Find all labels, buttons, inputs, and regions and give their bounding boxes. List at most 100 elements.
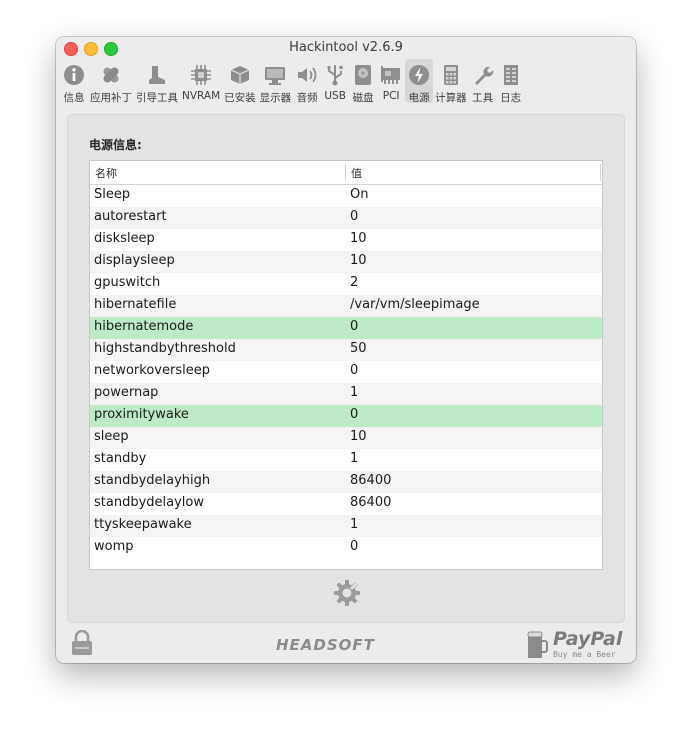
table-row[interactable]: Sleep On: [90, 185, 602, 207]
table-row[interactable]: standbydelayhigh 86400: [90, 471, 602, 493]
column-header-value[interactable]: 值: [351, 165, 362, 181]
row-name: proximitywake: [94, 407, 189, 422]
column-divider[interactable]: [345, 164, 346, 181]
disk-icon: [351, 63, 375, 87]
bandage-icon: [99, 63, 123, 87]
table-row[interactable]: autorestart 0: [90, 207, 602, 229]
table-row[interactable]: hibernatemode 0: [90, 317, 602, 339]
row-name: sleep: [94, 429, 129, 444]
toolbar-item-label: 日志: [500, 92, 522, 104]
row-name: standby: [94, 451, 147, 466]
row-name: disksleep: [94, 231, 155, 246]
row-value: 10: [350, 231, 367, 246]
toolbar-item-label: 信息: [63, 92, 85, 104]
column-header-name[interactable]: 名称: [95, 165, 117, 181]
table-body: Sleep On autorestart 0 disksleep 10 displaysle…: [90, 185, 602, 559]
paypal-donate-button[interactable]: PayPal Buy me a Beer: [526, 628, 626, 662]
toolbar-item-11[interactable]: 计算器: [433, 59, 469, 104]
toolbar-item-label: 音频: [296, 92, 318, 104]
speaker-icon: [295, 63, 319, 87]
row-value: 0: [350, 319, 359, 334]
toolbar-item-label: 计算器: [435, 92, 467, 104]
paypal-subtitle: Buy me a Beer: [553, 650, 616, 659]
row-value: On: [350, 187, 369, 202]
table-row[interactable]: disksleep 10: [90, 229, 602, 251]
toolbar-item-7[interactable]: USB: [321, 59, 349, 103]
pci-card-icon: [379, 63, 403, 87]
table-header: 名称 值: [90, 161, 602, 185]
row-name: hibernatemode: [94, 319, 194, 334]
toolbar-item-label: PCI: [382, 90, 400, 102]
calculator-icon: [439, 63, 463, 87]
row-value: 50: [350, 341, 367, 356]
title-bar: Hackintool v2.6.9: [56, 37, 636, 59]
toolbar: 信息 应用补丁 引导工具 NVRAM 已安装 显示器 音频 USB 磁盘 PCI 电源 计算器 工具 日志: [60, 59, 525, 105]
table-row[interactable]: highstandbythreshold 50: [90, 339, 602, 361]
paypal-title: PayPal: [553, 628, 623, 650]
power-icon: [407, 63, 431, 87]
row-value: 10: [350, 429, 367, 444]
toolbar-item-label: 显示器: [259, 92, 292, 104]
row-value: 0: [350, 209, 359, 224]
toolbar-item-label: NVRAM: [182, 90, 221, 102]
window-title: Hackintool v2.6.9: [289, 40, 403, 55]
gear-fix-icon[interactable]: [332, 578, 362, 608]
toolbar-item-10[interactable]: 电源: [405, 59, 434, 104]
table-row[interactable]: proximitywake 0: [90, 405, 602, 427]
toolbar-item-label: 引导工具: [136, 92, 178, 104]
row-value: 1: [350, 517, 359, 532]
row-value: 0: [350, 363, 359, 378]
toolbar-item-4[interactable]: 已安装: [222, 59, 258, 104]
toolbar-item-0[interactable]: 信息: [60, 59, 88, 104]
lock-icon[interactable]: [70, 629, 94, 656]
toolbar-item-label: 工具: [472, 92, 494, 104]
table-row[interactable]: displaysleep 10: [90, 251, 602, 273]
toolbar-item-5[interactable]: 显示器: [258, 59, 294, 104]
table-row[interactable]: standby 1: [90, 449, 602, 471]
toolbar-item-12[interactable]: 工具: [469, 59, 497, 104]
row-name: Sleep: [94, 187, 131, 202]
toolbar-item-13[interactable]: 日志: [497, 59, 525, 104]
table-row[interactable]: standbydelaylow 86400: [90, 493, 602, 515]
app-window: Hackintool v2.6.9 信息 应用补丁 引导工具 NVRAM 已安装 显示器音…: [56, 37, 636, 663]
info-icon: [62, 63, 86, 87]
power-table[interactable]: 名称 值 Sleep On autorestart 0 disksleep 10 displ…: [89, 160, 603, 570]
toolbar-item-label: 已安装: [224, 92, 256, 104]
row-value: 0: [350, 539, 359, 554]
table-row[interactable]: powernap 1: [90, 383, 602, 405]
toolbar-item-3[interactable]: NVRAM: [180, 59, 222, 103]
toolbar-item-label: 电源: [408, 92, 430, 104]
row-name: standbydelayhigh: [94, 473, 211, 488]
toolbar-item-9[interactable]: PCI: [377, 59, 405, 103]
package-icon: [228, 63, 252, 87]
table-row[interactable]: womp 0: [90, 537, 602, 559]
row-value: 1: [350, 451, 359, 466]
log-icon: [499, 63, 523, 87]
table-row[interactable]: networkoversleep 0: [90, 361, 602, 383]
power-panel: 电源信息: 名称 值 Sleep On autorestart 0 disksleep 1…: [67, 114, 625, 623]
row-value: 10: [350, 253, 367, 268]
headsoft-logo[interactable]: HEADSOFT: [276, 636, 375, 654]
row-value: 2: [350, 275, 359, 290]
toolbar-item-8[interactable]: 磁盘: [349, 59, 377, 104]
beer-mug-icon: [527, 631, 548, 658]
toolbar-item-1[interactable]: 应用补丁: [88, 59, 134, 104]
row-name: highstandbythreshold: [94, 341, 236, 356]
table-row[interactable]: gpuswitch 2: [90, 273, 602, 295]
table-row[interactable]: ttyskeepawake 1: [90, 515, 602, 537]
toolbar-item-label: USB: [324, 90, 346, 102]
row-name: hibernatefile: [94, 297, 177, 312]
chip-icon: [189, 63, 213, 87]
row-name: powernap: [94, 385, 159, 400]
row-value: 86400: [350, 495, 392, 510]
toolbar-item-6[interactable]: 音频: [293, 59, 321, 104]
row-name: ttyskeepawake: [94, 517, 192, 532]
wrench-icon: [471, 63, 495, 87]
usb-icon: [323, 63, 347, 87]
row-name: gpuswitch: [94, 275, 161, 290]
toolbar-item-label: 应用补丁: [90, 92, 132, 104]
table-row[interactable]: hibernatefile/var/vm/sleepimage: [90, 295, 602, 317]
table-row[interactable]: sleep 10: [90, 427, 602, 449]
toolbar-item-2[interactable]: 引导工具: [134, 59, 180, 104]
row-name: autorestart: [94, 209, 167, 224]
